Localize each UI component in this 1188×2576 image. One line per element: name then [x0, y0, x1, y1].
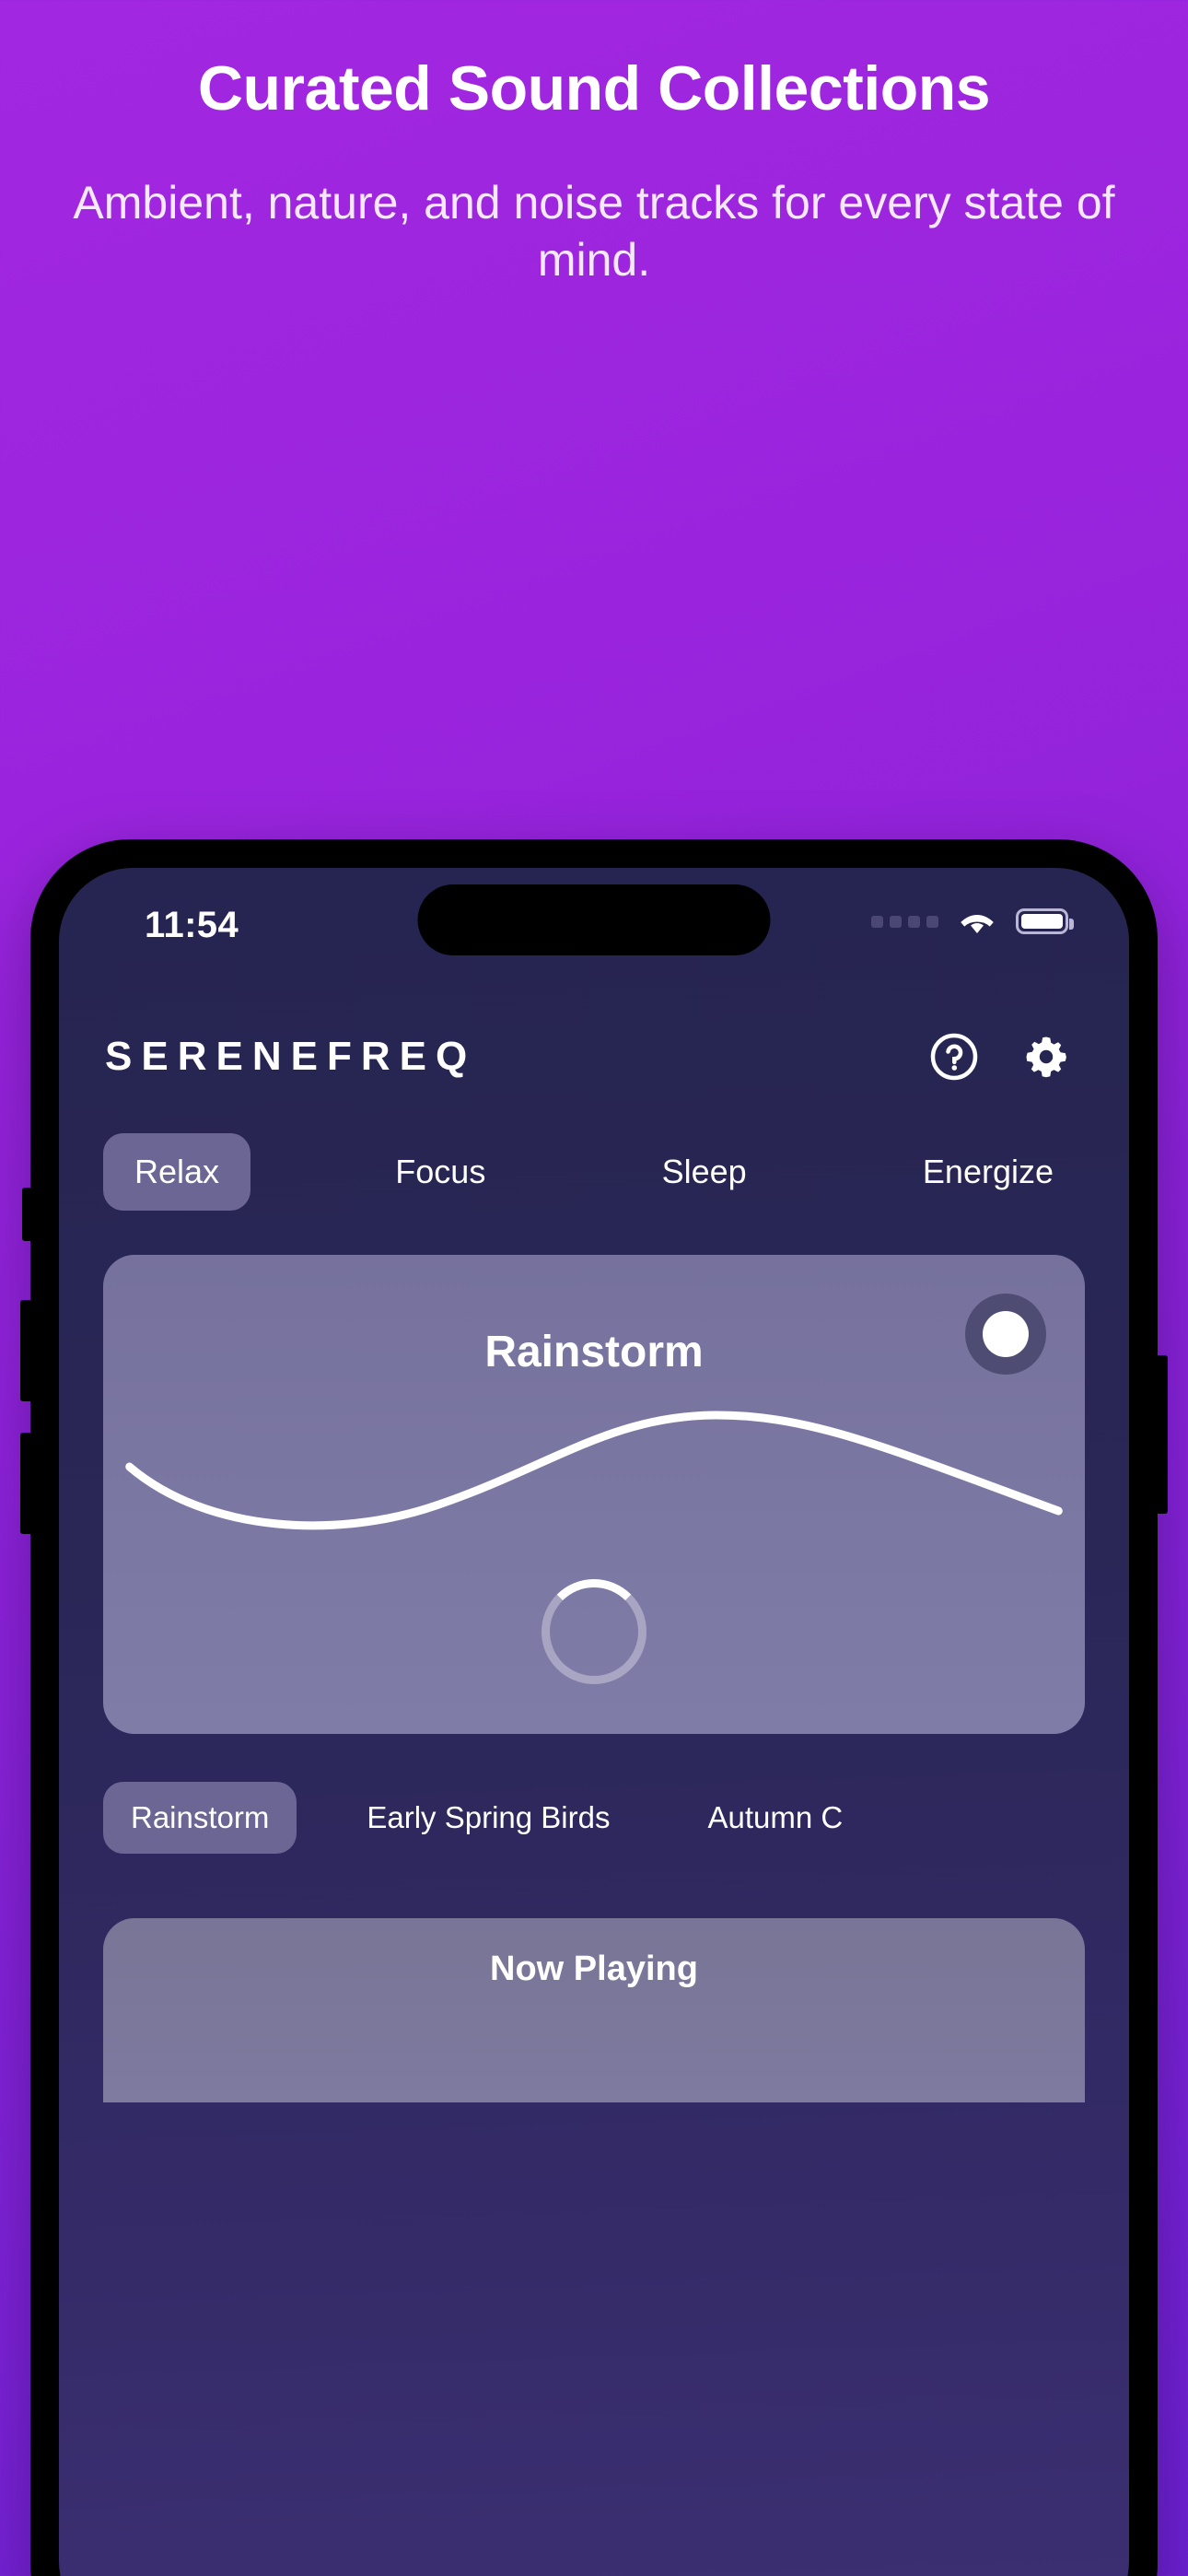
header-actions — [928, 1031, 1072, 1083]
silent-switch-button[interactable] — [22, 1188, 32, 1241]
status-bar: 11:54 — [59, 868, 1129, 980]
play-toggle-icon[interactable] — [965, 1294, 1046, 1375]
promo-block: Curated Sound Collections Ambient, natur… — [0, 0, 1188, 288]
gear-icon[interactable] — [1020, 1031, 1072, 1083]
phone-screen: 11:54 SERENEFREQ Relax Focus Sleep Energ… — [59, 868, 1129, 2576]
status-bar-indicators — [871, 907, 1074, 936]
question-mark-circle-icon[interactable] — [928, 1031, 980, 1083]
now-playing-card[interactable]: Now Playing — [103, 1918, 1085, 2102]
app-header: SERENEFREQ — [59, 1006, 1129, 1107]
phone-mockup: 11:54 SERENEFREQ Relax Focus Sleep Energ… — [20, 839, 1168, 2576]
power-button[interactable] — [1156, 1355, 1168, 1514]
status-bar-time: 11:54 — [145, 905, 239, 945]
app-wordmark: SERENEFREQ — [105, 1034, 477, 1079]
track-title: Rainstorm — [484, 1328, 704, 1376]
tab-relax[interactable]: Relax — [103, 1133, 251, 1211]
track-chip-list: Rainstorm Early Spring Birds Autumn C — [59, 1782, 1129, 1854]
chip-rainstorm[interactable]: Rainstorm — [103, 1782, 297, 1854]
page-subtitle: Ambient, nature, and noise tracks for ev… — [73, 176, 1115, 286]
category-tab-bar: Relax Focus Sleep Energize — [59, 1133, 1129, 1211]
page-title: Curated Sound Collections — [197, 53, 991, 123]
volume-down-button[interactable] — [20, 1433, 32, 1534]
featured-track-card[interactable]: Rainstorm — [103, 1255, 1085, 1734]
signal-dots-icon — [871, 915, 938, 928]
volume-up-button[interactable] — [20, 1300, 32, 1401]
sine-wave-icon — [103, 1410, 1085, 1539]
battery-full-icon — [1016, 908, 1074, 934]
dynamic-island — [417, 884, 771, 955]
tab-sleep[interactable]: Sleep — [631, 1133, 778, 1211]
now-playing-label: Now Playing — [490, 1950, 698, 1988]
spinner-icon — [542, 1579, 646, 1684]
chip-autumn[interactable]: Autumn C — [680, 1782, 870, 1854]
tab-focus[interactable]: Focus — [364, 1133, 517, 1211]
wifi-icon — [957, 907, 997, 936]
chip-early-spring-birds[interactable]: Early Spring Birds — [339, 1782, 637, 1854]
tab-energize[interactable]: Energize — [891, 1133, 1085, 1211]
